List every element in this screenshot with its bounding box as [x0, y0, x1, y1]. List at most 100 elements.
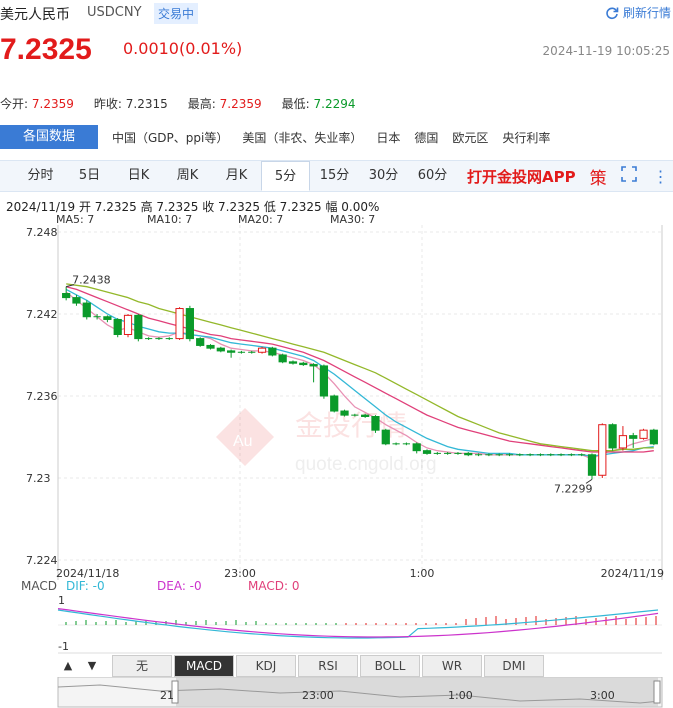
x-tick-label: 1:00 [410, 567, 435, 580]
candle-body [649, 429, 658, 445]
tab-germany[interactable]: 德国 [414, 129, 438, 146]
trading-status-badge: 交易中 [154, 3, 199, 24]
navigator-right-handle[interactable] [653, 680, 661, 704]
candle-body [587, 454, 597, 476]
candle-body [422, 450, 432, 454]
open-app-link[interactable]: 打开金投网APP [467, 166, 576, 187]
candle-body [113, 318, 122, 335]
indicator-tab-macd[interactable]: MACD [174, 655, 234, 677]
refresh-button[interactable]: 刷新行情 [605, 4, 671, 21]
candle-body [309, 364, 318, 367]
period-weekly-k[interactable]: 周K [163, 161, 212, 191]
instrument-code: USDCNY [87, 5, 142, 20]
candle-body [299, 362, 308, 366]
period-bar: 分时 5日 日K 周K 月K 5分 15分 30分 60分 打开金投网APP 策… [0, 160, 673, 192]
candle-body [123, 314, 133, 336]
indicator-tab-wr[interactable]: WR [422, 655, 482, 677]
candle-body [62, 293, 71, 299]
y-tick-label: 7.236 [26, 390, 58, 403]
refresh-label: 刷新行情 [622, 6, 671, 20]
y-tick-label: 7.23 [26, 472, 51, 485]
quote-timestamp: 2024-11-19 10:05:25 [542, 44, 670, 58]
macd-dif: DIF: -0 [66, 579, 105, 593]
candle-body [319, 365, 329, 397]
indicator-tab-boll[interactable]: BOLL [360, 655, 420, 677]
macd-value: MACD: 0 [248, 579, 300, 593]
price-change: 0.0010(0.01%) [123, 39, 243, 58]
period-5min[interactable]: 5分 [261, 161, 310, 191]
candle-body [206, 344, 215, 349]
macd-dea: DEA: -0 [157, 579, 202, 593]
tab-central-bank-rates[interactable]: 央行利率 [502, 129, 550, 146]
tab-eurozone[interactable]: 欧元区 [452, 129, 488, 146]
candle-body [639, 429, 648, 439]
candle-body [185, 308, 194, 340]
svg-text:Au: Au [233, 433, 253, 450]
candle-body [278, 354, 287, 363]
country-tabs: 各国数据 中国（GDP、ppi等） 美国（非农、失业率） 日本 德国 欧元区 央… [0, 125, 673, 149]
navigator-selection[interactable] [176, 677, 658, 707]
dif-line [57, 609, 659, 639]
candle-body [268, 347, 277, 356]
candle-body [134, 314, 143, 340]
x-tick-label: 2024/11/19 [601, 567, 664, 580]
period-15min[interactable]: 15分 [310, 161, 359, 191]
candle-body [340, 410, 349, 416]
candle-body [361, 414, 370, 417]
candle-body [216, 347, 225, 352]
tab-china[interactable]: 中国（GDP、ppi等） [112, 129, 228, 146]
svg-text:quote.cngold.org: quote.cngold.org [295, 454, 437, 475]
candle-body [629, 435, 638, 439]
tab-japan[interactable]: 日本 [376, 129, 400, 146]
macd-chart [57, 608, 662, 654]
indicator-tab-rsi[interactable]: RSI [298, 655, 358, 677]
stat-low: 最低: 7.2294 [281, 97, 356, 111]
y-tick-label: 7.248 [26, 226, 58, 239]
candle-body [103, 316, 112, 320]
instrument-name: 美元人民币 [0, 7, 70, 23]
scroll-arrows: ▲ ▼ [58, 655, 110, 675]
indicator-tab-kdj[interactable]: KDJ [236, 655, 296, 677]
kline-chart[interactable]: 7.248 7.242 7.236 7.23 7.224 Au 金投行情 quote.c… [0, 225, 673, 585]
candle-body [412, 443, 421, 452]
candle-body [288, 361, 298, 364]
candle-body [608, 424, 617, 449]
more-options-icon[interactable]: ⋮ [653, 167, 669, 186]
arrow-up-icon[interactable]: ▲ [58, 659, 78, 672]
period-monthly-k[interactable]: 月K [212, 161, 261, 191]
indicator-tab-dmi[interactable]: DMI [484, 655, 544, 677]
period-30min[interactable]: 30分 [359, 161, 408, 191]
y-tick-label: 7.242 [26, 308, 58, 321]
candle-body [381, 429, 390, 445]
watermark: Au 金投行情 quote.cngold.org [216, 408, 437, 475]
nav-label-21: 21 [160, 689, 174, 702]
tab-country-data[interactable]: 各国数据 [0, 125, 98, 149]
nav-label-0300: 3:00 [590, 689, 615, 702]
strategy-icon[interactable]: 策 [590, 164, 607, 189]
period-intraday[interactable]: 分时 [16, 161, 65, 191]
candle-body [618, 435, 628, 449]
stat-high: 最高: 7.2359 [187, 97, 262, 111]
fullscreen-icon[interactable] [620, 166, 637, 186]
nav-label-0100: 1:00 [448, 689, 473, 702]
high-annotation: 7.2438 [72, 274, 111, 287]
candle-body [196, 338, 205, 346]
candle-body [330, 395, 339, 412]
low-annotation: 7.2299 [554, 482, 593, 495]
period-5day[interactable]: 5日 [65, 161, 114, 191]
tab-usa[interactable]: 美国（非农、失业率） [242, 129, 362, 146]
period-daily-k[interactable]: 日K [114, 161, 163, 191]
macd-title: MACD [21, 579, 57, 593]
arrow-down-icon[interactable]: ▼ [82, 659, 102, 672]
candle-body [598, 424, 607, 476]
candle-body [72, 297, 81, 304]
indicator-tab-none[interactable]: 无 [112, 655, 172, 677]
y-tick-label: 7.224 [26, 554, 58, 567]
indicator-tabs: 无 MACD KDJ RSI BOLL WR DMI [112, 655, 546, 677]
nav-label-2300: 23:00 [302, 689, 334, 702]
candle-body [227, 350, 236, 353]
range-navigator[interactable]: 21 23:00 1:00 3:00 [0, 677, 673, 708]
candle-body [464, 452, 473, 456]
stat-open: 今开: 7.2359 [0, 97, 74, 111]
period-60min[interactable]: 60分 [408, 161, 457, 191]
